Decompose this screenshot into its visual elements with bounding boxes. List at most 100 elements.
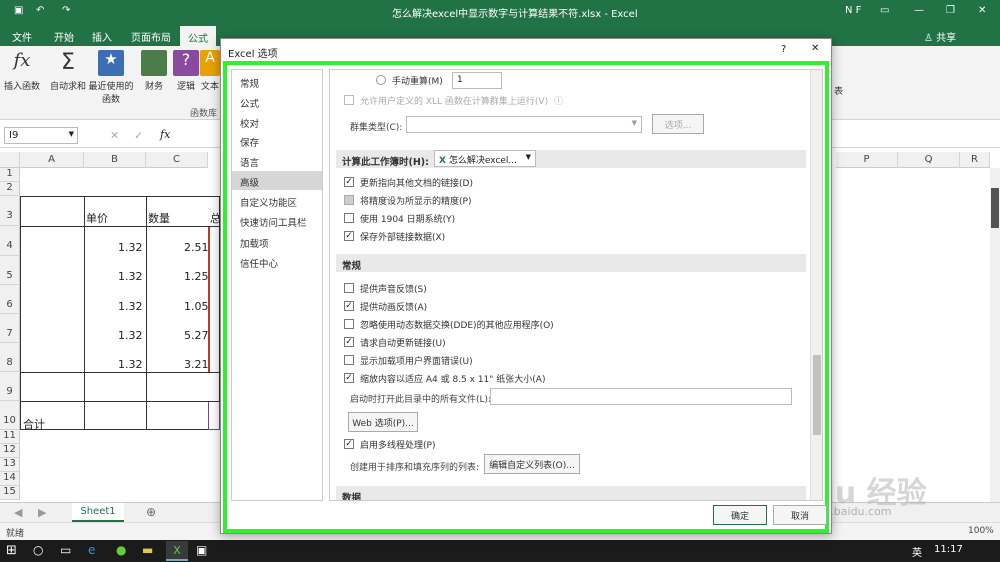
xll-cluster-option[interactable]: 允许用户定义的 XLL 函数在计算群集上运行(V) ⓘ <box>344 92 563 108</box>
row-header-7[interactable]: 7 <box>0 314 20 343</box>
cell-b4[interactable]: 1.32 <box>118 241 143 254</box>
select-all-corner[interactable] <box>0 152 20 168</box>
tab-home[interactable]: 开始 <box>54 29 74 44</box>
column-header-r[interactable]: R <box>960 152 990 168</box>
cancel-entry-icon[interactable]: ✕ <box>110 129 119 142</box>
sound-feedback-option[interactable]: 提供声音反馈(S) <box>344 280 427 296</box>
precision-as-displayed-option[interactable]: 将精度设为所显示的精度(P) <box>344 192 471 208</box>
maximize-icon[interactable]: ❐ <box>946 5 955 16</box>
dialog-close-button[interactable]: ✕ <box>811 43 819 54</box>
cell-b6[interactable]: 1.32 <box>118 300 143 313</box>
add-sheet-icon[interactable]: ⊕ <box>146 505 156 519</box>
date-1904-option[interactable]: 使用 1904 日期系统(Y) <box>344 210 455 226</box>
row-header-5[interactable]: 5 <box>0 256 20 285</box>
row-header-2[interactable]: 2 <box>0 182 20 196</box>
row-header-6[interactable]: 6 <box>0 285 20 314</box>
undo-icon[interactable]: ↶ <box>36 5 44 16</box>
row-header-1[interactable]: 1 <box>0 168 20 182</box>
row-header-13[interactable]: 13 <box>0 458 20 472</box>
column-header-a[interactable]: A <box>20 152 84 168</box>
column-header-q[interactable]: Q <box>898 152 960 168</box>
autosum-button[interactable]: Σ 自动求和 <box>48 50 88 92</box>
name-box[interactable]: I9 ▼ <box>4 127 78 144</box>
cell-c8[interactable]: 3.21 <box>184 358 209 371</box>
row-header-11[interactable]: 11 <box>0 430 20 444</box>
next-sheet-icon[interactable]: ▶ <box>38 506 46 519</box>
cluster-options-button[interactable]: 选项... <box>652 114 704 134</box>
multithread-option[interactable]: ✓ 启用多线程处理(P) <box>344 436 435 452</box>
column-header-p[interactable]: P <box>836 152 898 168</box>
row-header-3[interactable]: 3 <box>0 196 20 226</box>
cancel-button[interactable]: 取消 <box>773 505 827 525</box>
nav-trust-center[interactable]: 信任中心 <box>232 252 322 271</box>
cell-c4[interactable]: 2.51 <box>184 241 209 254</box>
browser-icon[interactable]: ● <box>116 543 126 557</box>
cell-b7[interactable]: 1.32 <box>118 329 143 342</box>
ribbon-display-icon[interactable]: ▭ <box>880 5 889 16</box>
text-button[interactable]: A 文本 <box>198 50 222 92</box>
nav-customize-ribbon[interactable]: 自定义功能区 <box>232 191 322 210</box>
cell-c7[interactable]: 5.27 <box>184 329 209 342</box>
taskbar-language[interactable]: 英 <box>912 544 922 559</box>
row-header-4[interactable]: 4 <box>0 226 20 256</box>
scrollbar-thumb[interactable] <box>991 188 999 228</box>
zoom-level[interactable]: 100% <box>968 526 994 536</box>
tab-file[interactable]: 文件 <box>12 29 32 44</box>
options-scrollbar[interactable] <box>810 70 822 500</box>
options-scrollbar-thumb[interactable] <box>813 355 821 435</box>
edge-icon[interactable]: e <box>88 543 95 557</box>
addin-errors-option[interactable]: 显示加载项用户界面错误(U) <box>344 352 473 368</box>
workbook-selector[interactable]: X 怎么解决excel... ▼ <box>434 150 536 167</box>
row-header-9[interactable]: 9 <box>0 372 20 401</box>
user-name[interactable]: N F <box>845 5 861 16</box>
cell-b8[interactable]: 1.32 <box>118 358 143 371</box>
auto-update-links-option[interactable]: ✓ 请求自动更新链接(U) <box>344 334 446 350</box>
nav-formulas[interactable]: 公式 <box>232 92 322 111</box>
save-icon[interactable]: ▣ <box>14 5 23 16</box>
taskbar-clock[interactable]: 11:17 <box>934 544 963 555</box>
recent-functions-button[interactable]: ★ 最近使用的函数 <box>88 50 134 105</box>
cell-c6[interactable]: 1.05 <box>184 300 209 313</box>
manual-recalc-option[interactable]: 手动重算(M) <box>376 72 443 88</box>
row-header-14[interactable]: 14 <box>0 472 20 486</box>
nav-advanced[interactable]: 高级 <box>232 171 322 190</box>
column-header-c[interactable]: C <box>146 152 208 168</box>
redo-icon[interactable]: ↷ <box>62 5 70 16</box>
column-header-b[interactable]: B <box>84 152 146 168</box>
task-view-icon[interactable]: ▭ <box>60 543 71 557</box>
nav-quick-access-toolbar[interactable]: 快速访问工具栏 <box>232 211 322 230</box>
cell-b5[interactable]: 1.32 <box>118 270 143 283</box>
nav-general[interactable]: 常规 <box>232 72 322 91</box>
cell-c5[interactable]: 1.25 <box>184 270 209 283</box>
confirm-entry-icon[interactable]: ✓ <box>134 129 143 142</box>
minimize-icon[interactable]: — <box>914 5 924 16</box>
row-header-15[interactable]: 15 <box>0 486 20 500</box>
tab-page-layout[interactable]: 页面布局 <box>131 29 171 44</box>
nav-language[interactable]: 语言 <box>232 151 322 170</box>
ignore-dde-option[interactable]: 忽略使用动态数据交换(DDE)的其他应用程序(O) <box>344 316 554 332</box>
folder-icon[interactable]: ▬ <box>142 543 153 557</box>
vertical-scrollbar[interactable] <box>990 168 1000 502</box>
windows-start-icon[interactable]: ⊞ <box>6 543 17 558</box>
nav-proofing[interactable]: 校对 <box>232 112 322 131</box>
animation-feedback-option[interactable]: ✓ 提供动画反馈(A) <box>344 298 427 314</box>
cell-a10[interactable]: 合计 <box>23 416 45 432</box>
sheet-tab-sheet1[interactable]: Sheet1 <box>72 503 124 522</box>
edit-custom-lists-button[interactable]: 编辑自定义列表(O)... <box>484 454 580 474</box>
startup-folder-input[interactable] <box>490 388 792 405</box>
insert-function-button[interactable]: fx 插入函数 <box>2 50 42 92</box>
share-button[interactable]: ♙ 共享 <box>924 29 956 44</box>
row-header-8[interactable]: 8 <box>0 343 20 372</box>
prev-sheet-icon[interactable]: ◀ <box>14 506 22 519</box>
tab-insert[interactable]: 插入 <box>92 29 112 44</box>
search-icon[interactable]: ○ <box>33 543 43 557</box>
cell-b3[interactable]: 单价 <box>86 210 108 226</box>
ok-button[interactable]: 确定 <box>713 505 767 525</box>
window-close-icon[interactable]: ✕ <box>978 5 986 16</box>
row-header-12[interactable]: 12 <box>0 444 20 458</box>
row-header-10[interactable]: 10 <box>0 401 20 430</box>
update-links-option[interactable]: ✓ 更新指向其他文档的链接(D) <box>344 174 473 190</box>
app-taskbar-icon[interactable]: ▣ <box>196 543 207 557</box>
scale-paper-option[interactable]: ✓ 缩放内容以适应 A4 或 8.5 x 11" 纸张大小(A) <box>344 370 545 386</box>
tab-formulas[interactable]: 公式 <box>180 26 216 46</box>
